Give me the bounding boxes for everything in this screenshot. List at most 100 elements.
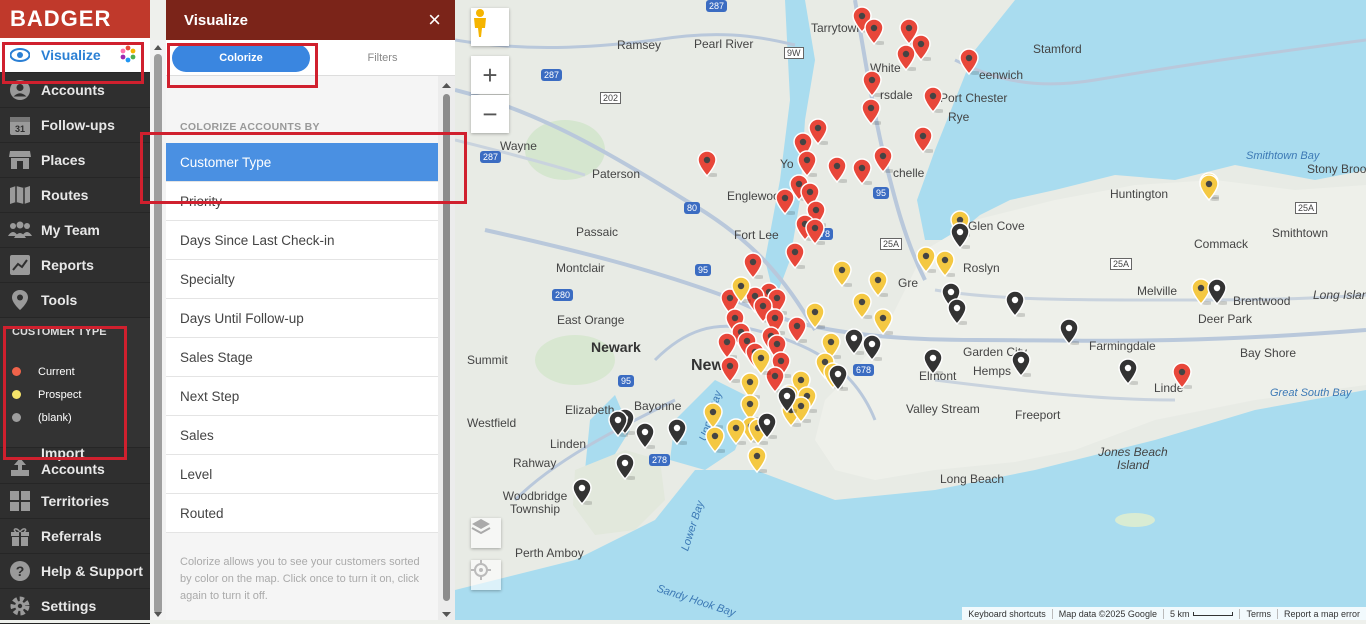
nav-item-settings[interactable]: Settings bbox=[0, 589, 150, 624]
account-pin-current[interactable] bbox=[797, 150, 817, 177]
account-pin-prospect[interactable] bbox=[726, 418, 746, 445]
option-priority[interactable]: Priority bbox=[166, 182, 438, 221]
nav-scrollbar-thumb[interactable] bbox=[154, 54, 162, 614]
account-pin-current[interactable] bbox=[896, 44, 916, 71]
scroll-down-arrow-icon[interactable] bbox=[150, 610, 166, 620]
account-pin-blank[interactable] bbox=[615, 453, 635, 480]
account-pin-blank[interactable] bbox=[608, 410, 628, 437]
my-location-icon[interactable] bbox=[471, 560, 501, 590]
nav-item-territories[interactable]: Territories bbox=[0, 484, 150, 519]
option-sales[interactable]: Sales bbox=[166, 416, 438, 455]
nav-scrollbar[interactable] bbox=[150, 40, 166, 620]
keyboard-shortcuts-link[interactable]: Keyboard shortcuts bbox=[962, 609, 1052, 619]
terms-link[interactable]: Terms bbox=[1239, 608, 1277, 619]
zoom-in-button[interactable]: + bbox=[471, 56, 509, 94]
nav-item-import-accounts[interactable]: Import Accounts bbox=[0, 448, 150, 484]
zoom-out-button[interactable]: − bbox=[471, 95, 509, 133]
account-pin-blank[interactable] bbox=[667, 418, 687, 445]
account-pin-blank[interactable] bbox=[777, 386, 797, 413]
account-pin-blank[interactable] bbox=[1118, 358, 1138, 385]
account-pin-current[interactable] bbox=[862, 70, 882, 97]
panel-tabs: Colorize Filters bbox=[166, 40, 455, 76]
account-pin-blank[interactable] bbox=[1059, 318, 1079, 345]
option-routed[interactable]: Routed bbox=[166, 494, 438, 533]
account-pin-prospect[interactable] bbox=[751, 348, 771, 375]
legend-item-current[interactable]: Current bbox=[0, 360, 150, 383]
legend-item-blank[interactable]: (blank) bbox=[0, 406, 150, 429]
account-pin-blank[interactable] bbox=[862, 334, 882, 361]
account-pin-current[interactable] bbox=[785, 242, 805, 269]
account-pin-prospect[interactable] bbox=[916, 246, 936, 273]
account-pin-current[interactable] bbox=[827, 156, 847, 183]
street-view-pegman-icon[interactable] bbox=[471, 8, 509, 46]
account-pin-current[interactable] bbox=[923, 86, 943, 113]
account-pin-current[interactable] bbox=[743, 252, 763, 279]
tab-colorize[interactable]: Colorize bbox=[172, 43, 310, 72]
account-pin-blank[interactable] bbox=[1011, 350, 1031, 377]
option-specialty[interactable]: Specialty bbox=[166, 260, 438, 299]
panel-scrollbar[interactable] bbox=[438, 76, 455, 620]
option-days-since-last-check-in[interactable]: Days Since Last Check-in bbox=[166, 221, 438, 260]
panel-scrollbar-thumb[interactable] bbox=[443, 94, 450, 601]
account-pin-prospect[interactable] bbox=[805, 302, 825, 329]
account-pin-prospect[interactable] bbox=[852, 292, 872, 319]
account-pin-blank[interactable] bbox=[757, 412, 777, 439]
close-icon[interactable]: × bbox=[428, 7, 441, 33]
nav-item-accounts[interactable]: Accounts bbox=[0, 73, 150, 108]
account-pin-current[interactable] bbox=[697, 150, 717, 177]
account-pin-current[interactable] bbox=[852, 158, 872, 185]
layers-icon[interactable] bbox=[471, 518, 501, 548]
account-pin-prospect[interactable] bbox=[703, 402, 723, 429]
brand-logo[interactable]: BADGER bbox=[0, 0, 150, 38]
nav-item-help-support[interactable]: ? Help & Support bbox=[0, 554, 150, 589]
account-pin-blank[interactable] bbox=[947, 298, 967, 325]
account-pin-prospect[interactable] bbox=[705, 426, 725, 453]
tab-filters[interactable]: Filters bbox=[310, 52, 455, 64]
option-days-until-follow-up[interactable]: Days Until Follow-up bbox=[166, 299, 438, 338]
account-pin-current[interactable] bbox=[787, 316, 807, 343]
nav-item-visualize[interactable]: Visualize bbox=[0, 38, 150, 73]
account-pin-blank[interactable] bbox=[844, 328, 864, 355]
scroll-up-arrow-icon[interactable] bbox=[150, 42, 166, 52]
nav-item-reports[interactable]: Reports bbox=[0, 248, 150, 283]
account-pin-current[interactable] bbox=[720, 356, 740, 383]
account-pin-blank[interactable] bbox=[950, 222, 970, 249]
account-pin-blank[interactable] bbox=[923, 348, 943, 375]
account-pin-blank[interactable] bbox=[828, 364, 848, 391]
account-pin-current[interactable] bbox=[775, 188, 795, 215]
nav-item-routes[interactable]: Routes bbox=[0, 178, 150, 213]
nav-item-follow-ups[interactable]: 31 Follow-ups bbox=[0, 108, 150, 143]
account-pin-current[interactable] bbox=[864, 18, 884, 45]
account-pin-prospect[interactable] bbox=[1199, 174, 1219, 201]
nav-item-places[interactable]: Places bbox=[0, 143, 150, 178]
nav-item-referrals[interactable]: Referrals bbox=[0, 519, 150, 554]
account-pin-current[interactable] bbox=[861, 98, 881, 125]
account-pin-prospect[interactable] bbox=[747, 446, 767, 473]
account-pin-current[interactable] bbox=[913, 126, 933, 153]
scroll-down-arrow-icon[interactable] bbox=[438, 610, 455, 620]
legend-item-prospect[interactable]: Prospect bbox=[0, 383, 150, 406]
legend-color-dot bbox=[12, 390, 21, 399]
account-pin-current[interactable] bbox=[959, 48, 979, 75]
account-pin-current[interactable] bbox=[805, 218, 825, 245]
option-sales-stage[interactable]: Sales Stage bbox=[166, 338, 438, 377]
account-pin-blank[interactable] bbox=[1207, 278, 1227, 305]
map-view[interactable]: Tarrytown Ramsey Pearl River Stamford Wh… bbox=[455, 0, 1366, 620]
report-map-error-link[interactable]: Report a map error bbox=[1276, 608, 1366, 619]
account-pin-prospect[interactable] bbox=[935, 250, 955, 277]
option-customer-type[interactable]: Customer Type bbox=[166, 143, 438, 182]
option-level[interactable]: Level bbox=[166, 455, 438, 494]
account-pin-blank[interactable] bbox=[572, 478, 592, 505]
account-pin-prospect[interactable] bbox=[731, 276, 751, 303]
account-pin-blank[interactable] bbox=[635, 422, 655, 449]
nav-item-tools[interactable]: Tools bbox=[0, 283, 150, 318]
nav-item-my-team[interactable]: My Team bbox=[0, 213, 150, 248]
account-pin-prospect[interactable] bbox=[832, 260, 852, 287]
account-pin-blank[interactable] bbox=[1005, 290, 1025, 317]
account-pin-current[interactable] bbox=[717, 332, 737, 359]
option-next-step[interactable]: Next Step bbox=[166, 377, 438, 416]
account-pin-current[interactable] bbox=[873, 146, 893, 173]
account-pin-current[interactable] bbox=[1172, 362, 1192, 389]
account-pin-prospect[interactable] bbox=[873, 308, 893, 335]
scroll-up-arrow-icon[interactable] bbox=[438, 80, 455, 90]
